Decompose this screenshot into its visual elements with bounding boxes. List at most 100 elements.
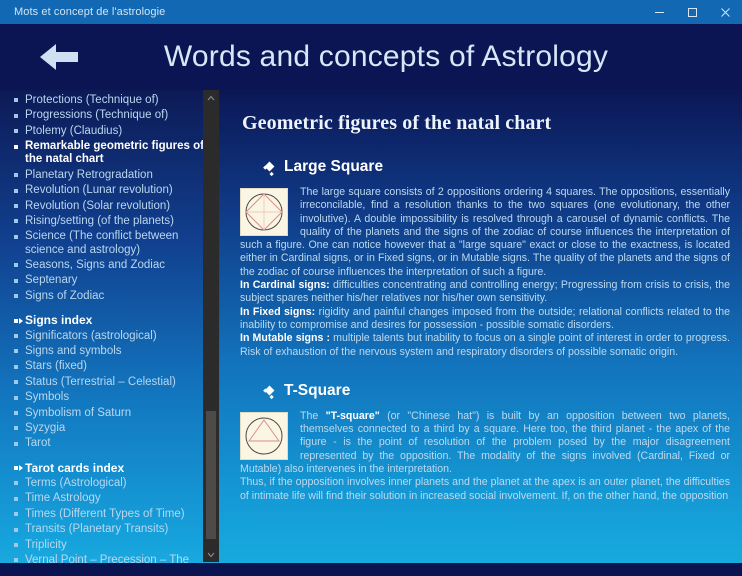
sidebar-section-header[interactable]: Signs index — [14, 313, 208, 328]
square-bullet-icon — [14, 169, 25, 182]
sidebar-item[interactable]: Syzygia — [14, 421, 208, 436]
sidebar-item[interactable]: Progressions (Technique of) — [14, 108, 208, 123]
square-bullet-icon — [14, 360, 25, 373]
emphasis-text: "T-square" — [325, 409, 380, 422]
sidebar-item[interactable]: Vernal Point – Precession – The Great ye… — [14, 553, 208, 563]
square-bullet-icon — [14, 330, 25, 343]
sidebar-list: Protections (Technique of) Progressions (… — [0, 93, 220, 563]
application-window: Words and concepts of Astrology Protecti… — [0, 24, 742, 576]
sidebar-item[interactable]: Symbolism of Saturn — [14, 405, 208, 420]
sidebar-item[interactable]: Protections (Technique of) — [14, 93, 208, 108]
sidebar-item-label: Significators (astrological) — [25, 329, 157, 342]
section-heading-label: Large Square — [284, 158, 384, 175]
square-bullet-icon — [14, 407, 25, 420]
sidebar-item-label: Syzygia — [25, 421, 66, 434]
sidebar-item-label: Signs of Zodiac — [25, 289, 105, 302]
scrollbar-track[interactable] — [203, 105, 219, 547]
sidebar-item-label: Time Astrology — [25, 492, 101, 505]
paragraph: In Fixed signs: rigidity and painful cha… — [240, 306, 730, 333]
sidebar-item[interactable]: Signs and symbols — [14, 344, 208, 359]
section-arrow-bullet-icon — [14, 314, 25, 327]
emphasis-text: In Cardinal signs: — [240, 279, 330, 292]
sidebar-item[interactable]: Remarkable geometric figures of the nata… — [14, 139, 208, 168]
minimize-icon[interactable] — [643, 0, 676, 24]
app-header: Words and concepts of Astrology — [0, 24, 742, 90]
square-bullet-icon — [14, 274, 25, 287]
paragraph: The "T-square" (or "Chinese hat") is bui… — [240, 410, 730, 476]
emphasis-text: In Fixed signs: — [240, 305, 316, 318]
bottom-strip — [0, 563, 742, 576]
sidebar-item-label: Vernal Point – Precession – The Great ye… — [25, 554, 190, 563]
emphasis-text: In Mutable signs : — [240, 332, 331, 345]
sidebar-item-label: Rising/setting (of the planets) — [25, 215, 174, 228]
circle-with-inscribed-square-diagram — [240, 188, 288, 236]
sidebar-scrollbar[interactable] — [203, 90, 219, 562]
back-arrow-icon[interactable] — [28, 26, 90, 88]
content-sections: Large Square The large square consists of… — [232, 135, 732, 503]
sidebar-item-label: Signs index — [25, 313, 93, 328]
square-bullet-icon — [14, 215, 25, 228]
sidebar-item[interactable]: Revolution (Lunar revolution) — [14, 183, 208, 198]
square-bullet-icon — [14, 345, 25, 358]
paragraph: The large square consists of 2 oppositio… — [240, 186, 730, 279]
chevron-down-icon[interactable] — [203, 547, 219, 562]
sidebar-section-header[interactable]: Tarot cards index — [14, 461, 208, 476]
window-titlebar: Mots et concept de l'astrologie — [0, 0, 742, 24]
sidebar-item-label: Remarkable geometric figures of the nata… — [25, 140, 204, 166]
section-arrow-bullet-icon — [14, 462, 25, 475]
section-heading: Large Square — [232, 135, 732, 176]
sidebar-item[interactable]: Transits (Planetary Transits) — [14, 522, 208, 537]
maximize-icon[interactable] — [676, 0, 709, 24]
square-bullet-icon — [14, 259, 25, 272]
sidebar-item[interactable]: Planetary Retrogradation — [14, 168, 208, 183]
sidebar-item[interactable]: Times (Different Types of Time) — [14, 507, 208, 522]
sidebar-item[interactable]: Rising/setting (of the planets) — [14, 214, 208, 229]
body-text: The large square consists of 2 oppositio… — [240, 186, 730, 278]
scrollbar-thumb[interactable] — [206, 411, 216, 539]
sidebar-item-label: Triplicity — [25, 538, 67, 551]
sidebar-item-label: Planetary Retrogradation — [25, 168, 153, 181]
sidebar-item[interactable]: Science (The conflict between science an… — [14, 229, 208, 258]
square-bullet-icon — [14, 94, 25, 107]
circle-with-inscribed-triangle-diagram — [240, 411, 288, 460]
square-bullet-icon — [14, 376, 25, 389]
square-bullet-icon — [14, 184, 25, 197]
sidebar-item-label: Symbols — [25, 391, 70, 404]
sidebar-item[interactable]: Seasons, Signs and Zodiac — [14, 258, 208, 273]
sidebar-item[interactable]: Time Astrology — [14, 491, 208, 506]
sidebar-item-label: Stars (fixed) — [25, 360, 87, 373]
sidebar-item-label: Tarot — [25, 437, 51, 450]
square-bullet-icon — [14, 200, 25, 213]
sidebar-item[interactable]: Ptolemy (Claudius) — [14, 124, 208, 139]
diamond-bullet-icon — [264, 161, 276, 173]
square-bullet-icon — [14, 391, 25, 404]
square-bullet-icon — [14, 290, 25, 303]
sidebar-item[interactable]: Triplicity — [14, 538, 208, 553]
sidebar-navigation: Protections (Technique of) Progressions (… — [0, 90, 220, 563]
sidebar-item-label: Times (Different Types of Time) — [25, 507, 185, 520]
sidebar-item[interactable]: Significators (astrological) — [14, 328, 208, 343]
body-text: The — [300, 409, 326, 422]
sidebar-item-label: Tarot cards index — [25, 460, 125, 475]
sidebar-item[interactable]: Septenary — [14, 273, 208, 288]
sidebar-item[interactable]: Tarot — [14, 436, 208, 451]
sidebar-item[interactable]: Stars (fixed) — [14, 359, 208, 374]
sidebar-item[interactable]: Symbols — [14, 390, 208, 405]
sidebar-item-label: Seasons, Signs and Zodiac — [25, 259, 166, 272]
sidebar-item-label: Status (Terrestrial – Celestial) — [25, 375, 176, 388]
paragraph: Thus, if the opposition involves inner p… — [240, 476, 730, 503]
chevron-up-icon[interactable] — [203, 90, 219, 105]
sidebar-item[interactable]: Status (Terrestrial – Celestial) — [14, 375, 208, 390]
sidebar-item-label: Terms (Astrological) — [25, 477, 127, 490]
sidebar-item-label: Science (The conflict between science an… — [25, 230, 179, 256]
square-bullet-icon — [14, 437, 25, 450]
sidebar-item[interactable]: Revolution (Solar revolution) — [14, 199, 208, 214]
sidebar-item[interactable]: Terms (Astrological) — [14, 476, 208, 491]
sidebar-item[interactable]: Signs of Zodiac — [14, 289, 208, 304]
document-heading: Geometric figures of the natal chart — [242, 112, 552, 134]
square-bullet-icon — [14, 109, 25, 122]
close-icon[interactable] — [709, 0, 742, 24]
sidebar-item-label: Revolution (Solar revolution) — [25, 199, 171, 212]
square-bullet-icon — [14, 523, 25, 536]
body-text: Thus, if the opposition involves inner p… — [240, 476, 730, 502]
